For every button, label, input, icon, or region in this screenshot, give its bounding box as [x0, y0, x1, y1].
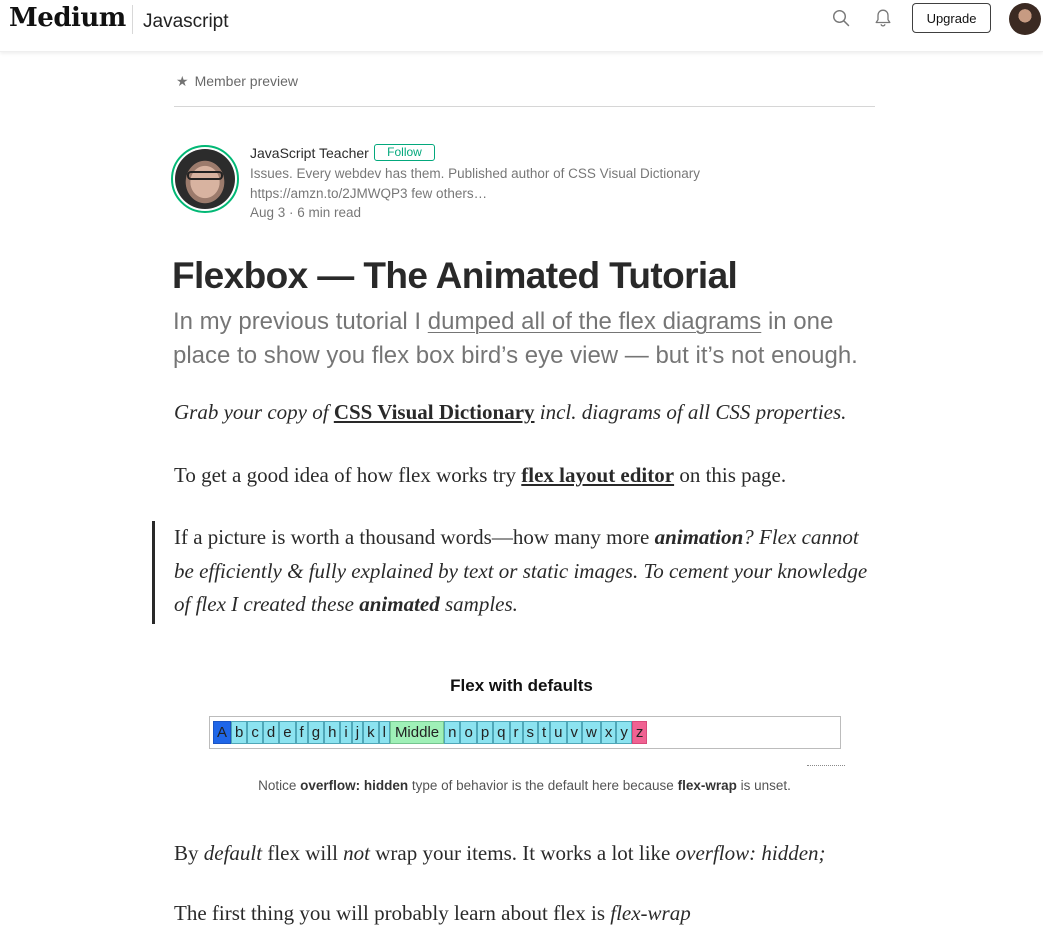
article-subtitle: In my previous tutorial I dumped all of … — [173, 305, 873, 373]
p5-text-a: By — [174, 841, 204, 865]
author-bio-line-1: Issues. Every webdev has them. Published… — [250, 166, 700, 181]
flex-item: x — [600, 721, 617, 744]
quote-text-a: If a picture is worth a thousand words—h… — [174, 525, 655, 549]
quote-emphasis-animation: animation — [654, 525, 744, 549]
member-preview-label: ★ Member preview — [176, 73, 298, 90]
flex-item: v — [566, 721, 583, 744]
avatar-glasses — [187, 171, 223, 180]
flex-layout-editor-link[interactable]: flex layout editor — [521, 463, 674, 487]
flex-item: n — [444, 721, 461, 744]
logo-divider — [132, 5, 133, 34]
caption-code-overflow: overflow: hidden — [300, 778, 409, 793]
p5-italic-overflow: overflow: hidden; — [675, 841, 826, 865]
paragraph-book-promo: Grab your copy of CSS Visual Dictionary … — [174, 396, 874, 430]
flex-item: Middle — [389, 721, 445, 744]
publication-name[interactable]: Javascript — [143, 11, 229, 33]
post-date[interactable]: Aug 3 — [250, 205, 285, 220]
quote-bar — [152, 521, 155, 624]
paragraph-editor: To get a good idea of how flex works try… — [174, 459, 874, 493]
flex-item: g — [307, 721, 325, 744]
author-avatar[interactable] — [175, 149, 235, 209]
flex-item: u — [550, 721, 567, 744]
notifications-bell-icon[interactable] — [874, 8, 892, 28]
flex-item: f — [295, 721, 308, 744]
search-icon[interactable] — [832, 9, 850, 27]
article-title: Flexbox — The Animated Tutorial — [172, 255, 738, 296]
p5-text-e: wrap your items. It works a lot like — [370, 841, 676, 865]
flex-item: b — [231, 721, 248, 744]
quote-emphasis-animated: animated — [359, 592, 440, 616]
p5-italic-default: default — [203, 841, 263, 865]
flex-item: r — [509, 721, 523, 744]
quote-text-e: samples. — [439, 592, 518, 616]
author-name[interactable]: JavaScript Teacher — [250, 145, 369, 161]
flex-item: c — [247, 721, 263, 744]
author-bio-line-2: https://amzn.to/2JMWQP3 few others… — [250, 186, 488, 201]
flex-item: k — [363, 721, 379, 744]
caption-text-e: is unset. — [736, 778, 791, 793]
author-bio: Issues. Every webdev has them. Published… — [250, 164, 730, 204]
flex-item: d — [262, 721, 280, 744]
figure-title: Flex with defaults — [450, 676, 593, 695]
flex-item: q — [493, 721, 510, 744]
flex-item: s — [522, 721, 538, 744]
flex-demo-container: Ab c d e f g h i j k l Middle n o p q r s t u v w x y z — [209, 716, 841, 749]
flex-item: z — [631, 721, 648, 744]
paragraph-flex-wrap: The first thing you will probably learn … — [174, 897, 874, 931]
top-navigation-bar: Medium Javascript Upgrade — [0, 0, 1043, 52]
upgrade-button[interactable]: Upgrade — [912, 3, 991, 33]
css-visual-dictionary-link[interactable]: CSS Visual Dictionary — [334, 400, 535, 424]
p5-text-c: flex will — [262, 841, 344, 865]
p5-italic-not: not — [343, 841, 371, 865]
follow-button[interactable]: Follow — [374, 144, 435, 161]
post-meta: Aug 3 · 6 min read — [250, 205, 362, 220]
flex-item: t — [538, 721, 551, 744]
subtitle-text: In my previous tutorial I — [173, 308, 428, 335]
flex-item: y — [616, 721, 632, 744]
p1-text-end: incl. diagrams of all CSS properties. — [534, 400, 847, 424]
user-avatar[interactable] — [1009, 3, 1041, 35]
flex-item: h — [324, 721, 341, 744]
read-time: 6 min read — [297, 205, 362, 220]
blockquote: If a picture is worth a thousand words—h… — [174, 521, 874, 622]
flex-item: o — [460, 721, 477, 744]
member-preview-text: Member preview — [194, 73, 299, 89]
flex-item: p — [476, 721, 494, 744]
star-icon: ★ — [176, 73, 189, 89]
p1-text: Grab your copy of — [174, 400, 334, 424]
medium-logo[interactable]: Medium — [9, 3, 126, 33]
caption-code-flex-wrap: flex-wrap — [677, 778, 737, 793]
paragraph-default-wrap: By default flex will not wrap your items… — [174, 837, 874, 871]
divider — [174, 106, 875, 107]
flex-item: w — [582, 721, 601, 744]
flex-item: l — [378, 721, 390, 744]
caption-text-c: type of behavior is the default here bec… — [408, 778, 678, 793]
flex-item: i — [340, 721, 352, 744]
figure-caption: Notice overflow: hidden type of behavior… — [0, 778, 1043, 793]
flex-item: e — [279, 721, 296, 744]
p6-text-a: The first thing you will probably learn … — [174, 901, 611, 925]
subtitle-link[interactable]: dumped all of the flex diagrams — [428, 308, 762, 335]
p2-text-end: on this page. — [674, 463, 787, 487]
p2-text: To get a good idea of how flex works try — [174, 463, 522, 487]
figure-rule — [807, 765, 845, 766]
flex-item: j — [351, 721, 364, 744]
p6-italic-flex-wrap: flex-wrap — [610, 901, 691, 925]
flex-item: A — [213, 721, 232, 744]
caption-text-a: Notice — [258, 778, 301, 793]
